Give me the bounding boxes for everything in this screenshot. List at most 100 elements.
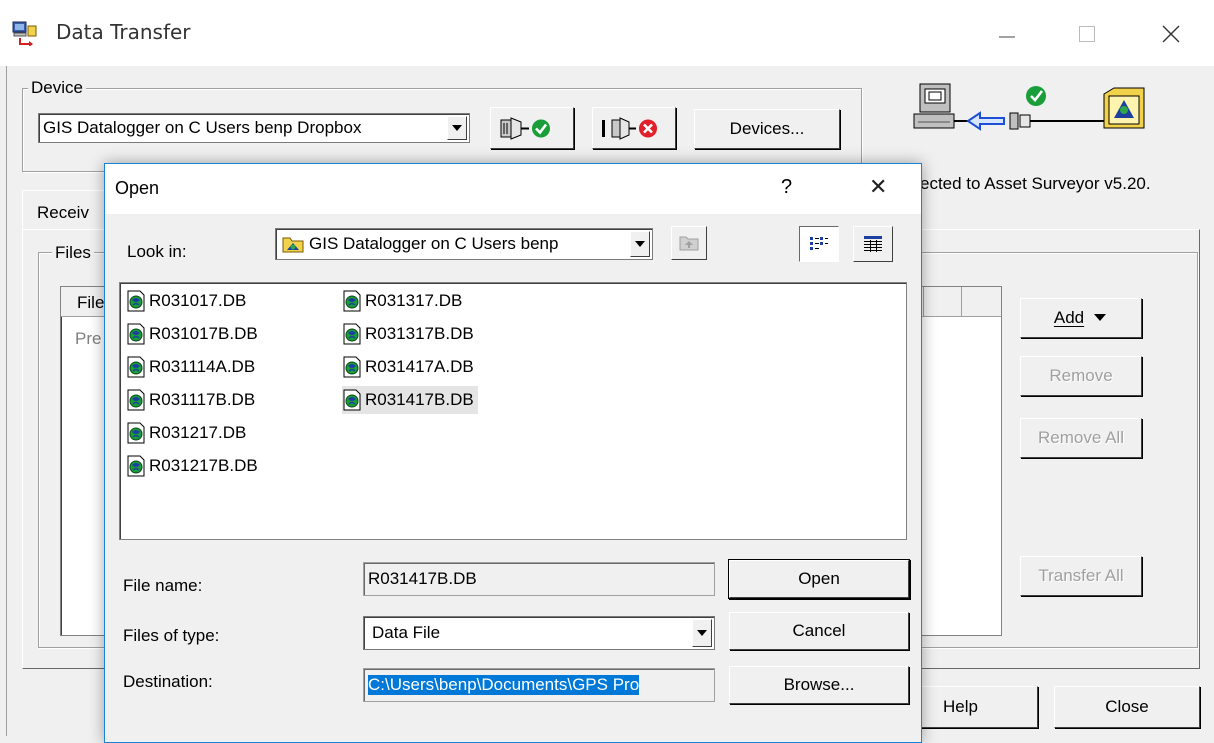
db-file-icon [127, 422, 145, 444]
db-file-icon [127, 455, 145, 477]
minimize-icon [999, 36, 1015, 38]
open-dialog-title: Open [115, 178, 160, 198]
maximize-button[interactable] [1064, 14, 1110, 54]
db-file-icon [343, 323, 361, 345]
file-list-item-label: R031017.DB [149, 291, 247, 310]
pc-to-datalogger-connection-icon [913, 83, 1145, 131]
file-list-item-label: R031417B.DB [365, 390, 474, 409]
file-list-item[interactable]: R031114A.DB [126, 353, 259, 381]
details-view-button[interactable] [853, 226, 893, 262]
devices-button[interactable]: Devices... [694, 109, 840, 149]
close-button[interactable]: Close [1054, 686, 1200, 728]
files-group-label: Files [52, 243, 94, 263]
minimize-button[interactable] [984, 14, 1030, 54]
remove-button[interactable]: Remove [1020, 356, 1142, 396]
connect-plug-icon [500, 117, 550, 140]
details-view-icon [864, 236, 882, 252]
help-button[interactable]: Help [920, 686, 1038, 728]
file-listview[interactable]: R031017.DB R031017B.DB R031114A.DB R031117B… [119, 282, 907, 540]
db-file-icon [127, 389, 145, 411]
devices-button-label: Devices... [729, 119, 805, 138]
remove-button-label: Remove [1049, 366, 1113, 385]
file-list-item[interactable]: R031417B.DB [342, 386, 478, 414]
up-folder-button[interactable] [671, 226, 707, 260]
destination-input[interactable]: C:\Users\benp\Documents\GPS Pro [363, 668, 715, 702]
up-folder-icon [679, 236, 699, 251]
close-button-label: Close [1105, 697, 1149, 716]
file-list-item-label: R031317.DB [365, 291, 463, 310]
file-name-value: R031417B.DB [368, 569, 477, 588]
dropdown-arrow-icon [1094, 314, 1107, 321]
file-list-item-label: R031017B.DB [149, 324, 258, 343]
cancel-button-label: Cancel [792, 621, 846, 640]
tab-receive-label: Receiv [37, 203, 89, 222]
files-list-row: Pre [75, 329, 102, 348]
maximize-icon [1079, 26, 1095, 42]
window-close-button[interactable] [1148, 14, 1194, 54]
file-name-input[interactable]: R031417B.DB [363, 562, 715, 596]
open-button-label: Open [798, 569, 840, 588]
cancel-button[interactable]: Cancel [729, 612, 909, 650]
remove-all-button[interactable]: Remove All [1020, 418, 1142, 458]
dialog-close-icon[interactable]: ✕ [869, 174, 887, 200]
look-in-value: GIS Datalogger on C Users benp [309, 234, 559, 253]
column-divider [961, 287, 962, 317]
remove-all-button-label: Remove All [1038, 428, 1124, 447]
device-select-value: GIS Datalogger on C Users benp Dropbox [43, 118, 362, 137]
file-list-item-label: R031417A.DB [365, 357, 474, 376]
close-icon [1162, 25, 1180, 43]
column-divider [923, 287, 924, 317]
chevron-down-icon[interactable] [447, 116, 467, 140]
tab-receive[interactable]: Receiv [22, 190, 112, 230]
look-in-label: Look in: [127, 242, 187, 261]
file-name-label: File name: [123, 576, 203, 595]
data-transfer-app-icon [12, 20, 40, 47]
file-list-item[interactable]: R031317B.DB [342, 320, 478, 348]
look-in-select[interactable]: GIS Datalogger on C Users benp [275, 228, 653, 260]
main-titlebar: Data Transfer [0, 0, 1214, 66]
db-file-icon [127, 323, 145, 345]
file-list-item[interactable]: R031017B.DB [126, 320, 262, 348]
list-view-icon [810, 237, 828, 250]
files-of-type-value: Data File [372, 623, 441, 642]
device-select[interactable]: GIS Datalogger on C Users benp Dropbox [38, 113, 470, 143]
add-button[interactable]: Add [1020, 298, 1142, 338]
files-of-type-select[interactable]: Data File [363, 616, 715, 650]
folder-icon [282, 237, 304, 253]
file-list-item[interactable]: R031217.DB [126, 419, 250, 447]
disconnect-button[interactable] [592, 107, 676, 149]
file-list-item[interactable]: R031217B.DB [126, 452, 262, 480]
db-file-icon [127, 290, 145, 312]
db-file-icon [343, 290, 361, 312]
files-of-type-label: Files of type: [123, 626, 220, 645]
open-dialog: Open ? ✕ Look in: GIS Datalogger on C Us… [104, 163, 922, 743]
browse-button-label: Browse... [783, 675, 855, 694]
file-list-item-label: R031217.DB [149, 423, 247, 442]
open-button[interactable]: Open [729, 560, 909, 598]
file-list-item[interactable]: R031017.DB [126, 287, 250, 315]
transfer-all-button[interactable]: Transfer All [1020, 556, 1142, 596]
open-dialog-titlebar: Open ? ✕ [105, 164, 921, 214]
file-list-item-label: R031217B.DB [149, 456, 258, 475]
browse-button[interactable]: Browse... [729, 666, 909, 704]
chevron-down-icon[interactable] [692, 619, 712, 647]
help-question-icon[interactable]: ? [781, 176, 792, 199]
file-list-item-label: R031317B.DB [365, 324, 474, 343]
window-border [6, 66, 7, 736]
chevron-down-icon[interactable] [630, 231, 650, 257]
connect-button[interactable] [490, 107, 574, 149]
transfer-all-button-label: Transfer All [1038, 566, 1124, 585]
device-group-label: Device [28, 78, 86, 98]
db-file-icon [343, 356, 361, 378]
db-file-icon [343, 389, 361, 411]
file-list-item[interactable]: R031117B.DB [126, 386, 259, 414]
db-file-icon [127, 356, 145, 378]
file-list-item[interactable]: R031317.DB [342, 287, 466, 315]
file-list-item[interactable]: R031417A.DB [342, 353, 478, 381]
connection-status-graphic [908, 80, 1198, 150]
list-view-button[interactable] [799, 226, 839, 262]
destination-label: Destination: [123, 672, 213, 691]
help-button-label: Help [943, 697, 978, 716]
disconnect-plug-icon [602, 117, 657, 140]
file-column-header[interactable]: File [77, 293, 104, 313]
